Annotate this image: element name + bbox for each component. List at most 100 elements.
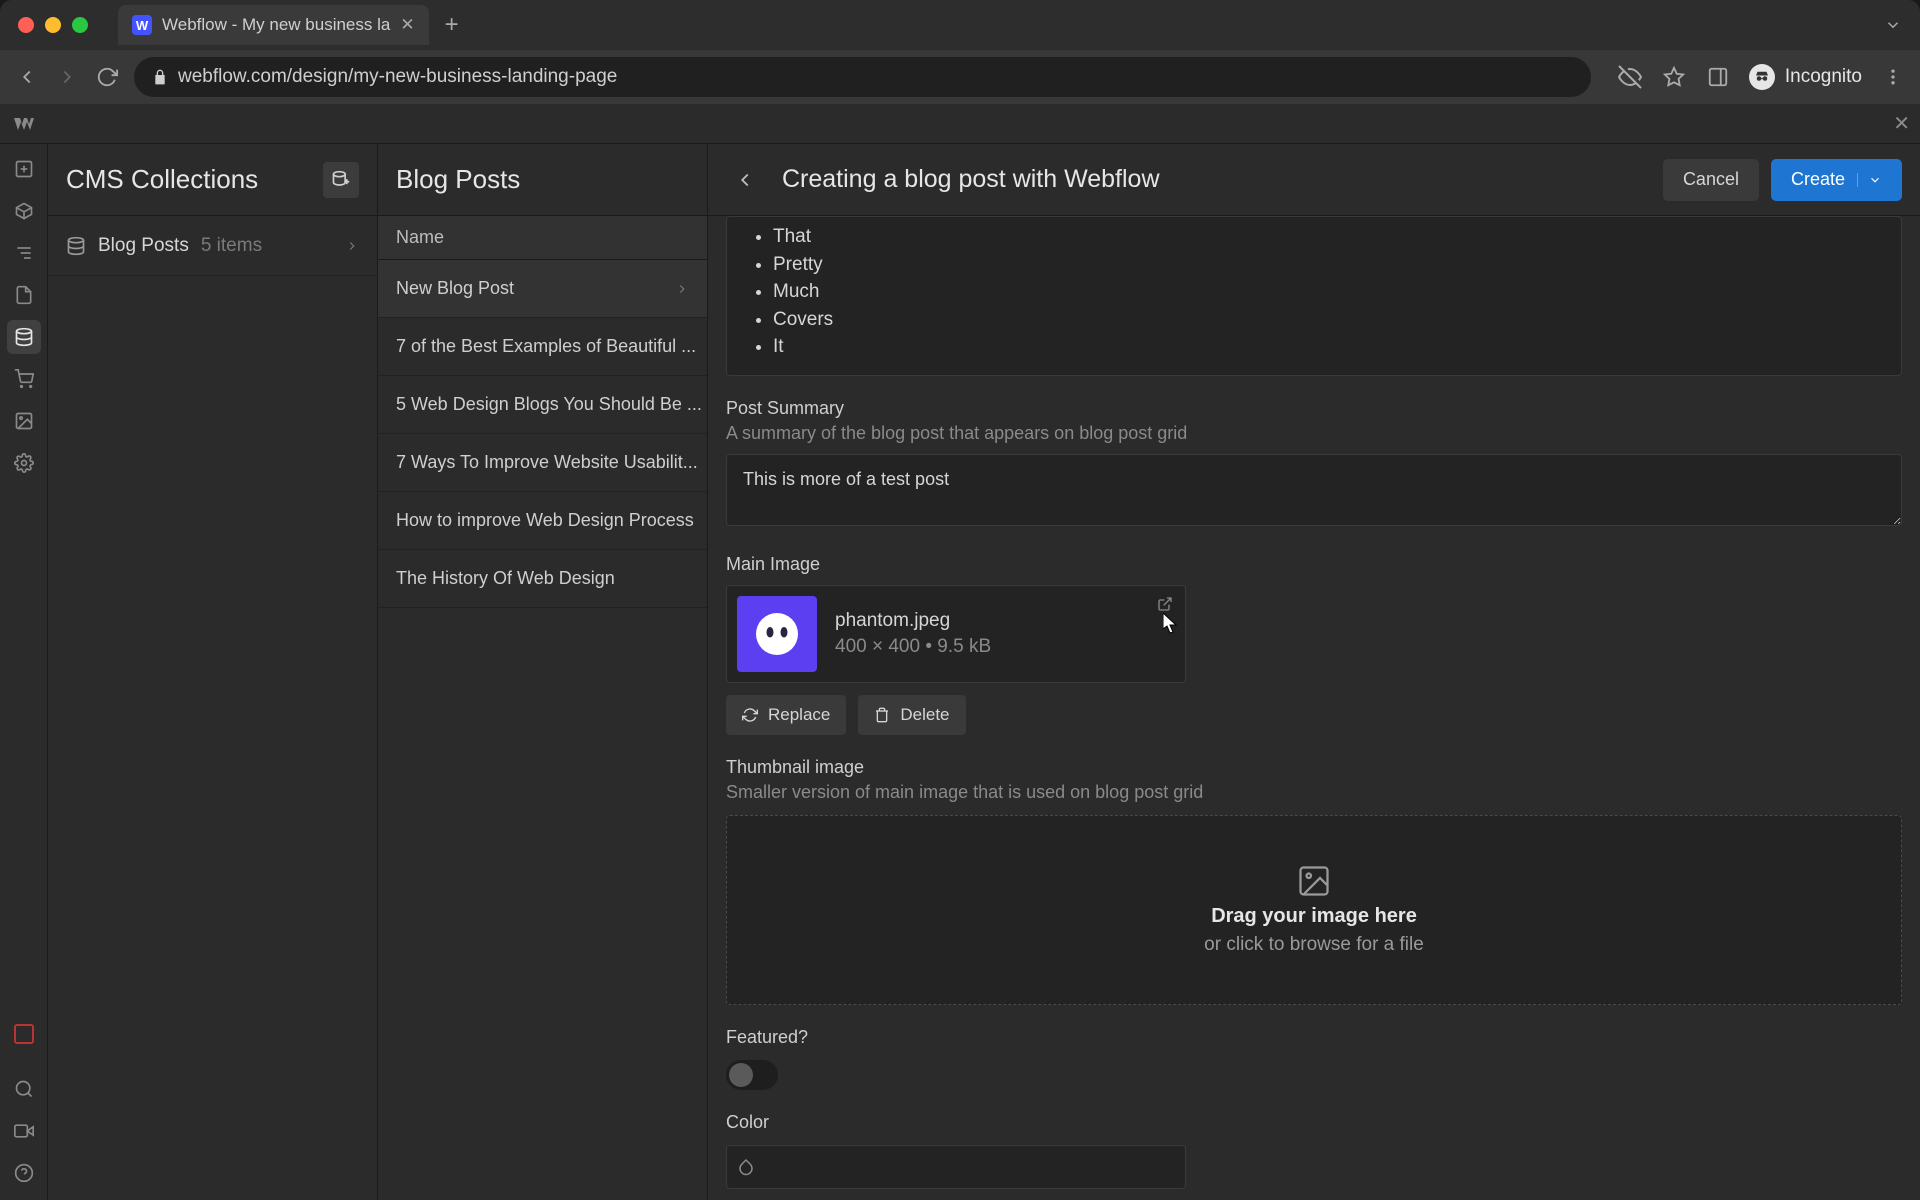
create-dropdown-icon[interactable] bbox=[1857, 173, 1882, 187]
summary-hint: A summary of the blog post that appears … bbox=[726, 423, 1902, 444]
main-image-card[interactable]: phantom.jpeg 400 × 400 • 9.5 kB bbox=[726, 585, 1186, 683]
app-topbar: ✕ bbox=[0, 104, 1920, 144]
main-image-label: Main Image bbox=[726, 554, 1902, 575]
list-item: Pretty bbox=[773, 251, 1879, 279]
delete-image-button[interactable]: Delete bbox=[858, 695, 965, 735]
post-item[interactable]: The History Of Web Design bbox=[378, 550, 707, 608]
window-minimize-button[interactable] bbox=[45, 17, 61, 33]
color-input[interactable] bbox=[726, 1145, 1186, 1189]
color-label: Color bbox=[726, 1112, 1902, 1133]
posts-title: Blog Posts bbox=[396, 164, 520, 195]
video-icon[interactable] bbox=[7, 1114, 41, 1148]
collections-panel: CMS Collections Blog Posts 5 items bbox=[48, 144, 378, 1200]
post-item[interactable]: 5 Web Design Blogs You Should Be ... bbox=[378, 376, 707, 434]
browser-toolbar: webflow.com/design/my-new-business-landi… bbox=[0, 50, 1920, 104]
replace-image-button[interactable]: Replace bbox=[726, 695, 846, 735]
cms-icon[interactable] bbox=[7, 320, 41, 354]
window-close-button[interactable] bbox=[18, 17, 34, 33]
delete-label: Delete bbox=[900, 705, 949, 725]
ecommerce-icon[interactable] bbox=[7, 362, 41, 396]
post-item-label: How to improve Web Design Process bbox=[396, 510, 694, 531]
post-item-label: New Blog Post bbox=[396, 278, 514, 299]
post-item[interactable]: How to improve Web Design Process bbox=[378, 492, 707, 550]
add-panel-icon[interactable] bbox=[7, 152, 41, 186]
posts-panel: Blog Posts Name New Blog Post 7 of the B… bbox=[378, 144, 708, 1200]
editor-title: Creating a blog post with Webflow bbox=[782, 165, 1160, 194]
post-body-editor[interactable]: That Pretty Much Covers It bbox=[726, 216, 1902, 376]
create-button-label: Create bbox=[1791, 169, 1845, 190]
droplet-icon bbox=[737, 1158, 755, 1176]
post-item[interactable]: 7 Ways To Improve Website Usabilit... bbox=[378, 434, 707, 492]
nav-forward-button[interactable] bbox=[54, 64, 80, 90]
bookmark-star-icon[interactable] bbox=[1661, 64, 1687, 90]
traffic-lights bbox=[18, 17, 88, 33]
chevron-right-icon bbox=[345, 239, 359, 253]
list-item: Covers bbox=[773, 306, 1879, 334]
thumbnail-label: Thumbnail image bbox=[726, 757, 1902, 778]
create-button[interactable]: Create bbox=[1771, 159, 1902, 201]
tab-close-icon[interactable]: ✕ bbox=[400, 15, 414, 35]
editor-panel: Creating a blog post with Webflow Cancel… bbox=[708, 144, 1920, 1200]
incognito-avatar-icon bbox=[1749, 64, 1775, 90]
open-external-icon[interactable] bbox=[1157, 596, 1173, 612]
help-icon[interactable] bbox=[7, 1156, 41, 1190]
address-bar[interactable]: webflow.com/design/my-new-business-landi… bbox=[134, 57, 1591, 97]
box-icon[interactable] bbox=[7, 194, 41, 228]
image-placeholder-icon bbox=[1292, 863, 1336, 899]
dropzone-subtitle: or click to browse for a file bbox=[1204, 934, 1424, 956]
webflow-logo-icon[interactable] bbox=[10, 110, 38, 138]
posts-column-header-label: Name bbox=[396, 227, 444, 248]
refresh-icon bbox=[742, 707, 758, 723]
post-item-label: 5 Web Design Blogs You Should Be ... bbox=[396, 394, 702, 415]
list-item: That bbox=[773, 223, 1879, 251]
side-panel-icon[interactable] bbox=[1705, 64, 1731, 90]
nav-back-button[interactable] bbox=[14, 64, 40, 90]
lock-icon bbox=[152, 69, 168, 85]
settings-gear-icon[interactable] bbox=[7, 446, 41, 480]
collection-item-count: 5 items bbox=[201, 235, 262, 257]
browser-menu-icon[interactable] bbox=[1880, 64, 1906, 90]
post-item[interactable]: 7 of the Best Examples of Beautiful ... bbox=[378, 318, 707, 376]
pages-icon[interactable] bbox=[7, 278, 41, 312]
list-item: It bbox=[773, 333, 1879, 361]
collection-item-blog-posts[interactable]: Blog Posts 5 items bbox=[48, 216, 377, 276]
new-tab-button[interactable]: + bbox=[445, 11, 459, 39]
profile-button[interactable]: Incognito bbox=[1749, 64, 1862, 90]
address-url: webflow.com/design/my-new-business-landi… bbox=[178, 66, 617, 88]
image-filename: phantom.jpeg bbox=[835, 610, 991, 632]
trash-icon bbox=[874, 707, 890, 723]
incognito-label: Incognito bbox=[1785, 66, 1862, 88]
featured-label: Featured? bbox=[726, 1027, 1902, 1048]
webflow-favicon-icon: W bbox=[132, 15, 152, 35]
dropzone-title: Drag your image here bbox=[1211, 905, 1417, 928]
summary-textarea[interactable] bbox=[726, 454, 1902, 526]
summary-label: Post Summary bbox=[726, 398, 1902, 419]
browser-tab[interactable]: W Webflow - My new business la ✕ bbox=[118, 5, 429, 45]
panel-close-button[interactable]: ✕ bbox=[1893, 111, 1910, 136]
featured-toggle[interactable] bbox=[726, 1060, 778, 1090]
search-icon[interactable] bbox=[7, 1072, 41, 1106]
incognito-eye-icon[interactable] bbox=[1617, 64, 1643, 90]
post-item-label: 7 Ways To Improve Website Usabilit... bbox=[396, 452, 698, 473]
post-item-label: 7 of the Best Examples of Beautiful ... bbox=[396, 336, 696, 357]
toggle-knob bbox=[729, 1063, 753, 1087]
collections-title: CMS Collections bbox=[66, 164, 258, 195]
thumbnail-hint: Smaller version of main image that is us… bbox=[726, 782, 1902, 803]
replace-label: Replace bbox=[768, 705, 830, 725]
image-dimensions: 400 × 400 • 9.5 kB bbox=[835, 636, 991, 658]
cancel-button[interactable]: Cancel bbox=[1663, 159, 1759, 201]
audit-indicator-icon[interactable] bbox=[14, 1024, 34, 1044]
thumbnail-dropzone[interactable]: Drag your image here or click to browse … bbox=[726, 815, 1902, 1005]
list-item: Much bbox=[773, 278, 1879, 306]
tabs-dropdown-icon[interactable] bbox=[1884, 16, 1902, 34]
window-zoom-button[interactable] bbox=[72, 17, 88, 33]
add-collection-button[interactable] bbox=[323, 162, 359, 198]
editor-back-button[interactable] bbox=[726, 161, 764, 199]
tab-title: Webflow - My new business la bbox=[162, 15, 390, 35]
window-titlebar: W Webflow - My new business la ✕ + bbox=[0, 0, 1920, 50]
image-thumbnail bbox=[737, 596, 817, 672]
navigator-icon[interactable] bbox=[7, 236, 41, 270]
nav-reload-button[interactable] bbox=[94, 64, 120, 90]
post-item[interactable]: New Blog Post bbox=[378, 260, 707, 318]
assets-icon[interactable] bbox=[7, 404, 41, 438]
